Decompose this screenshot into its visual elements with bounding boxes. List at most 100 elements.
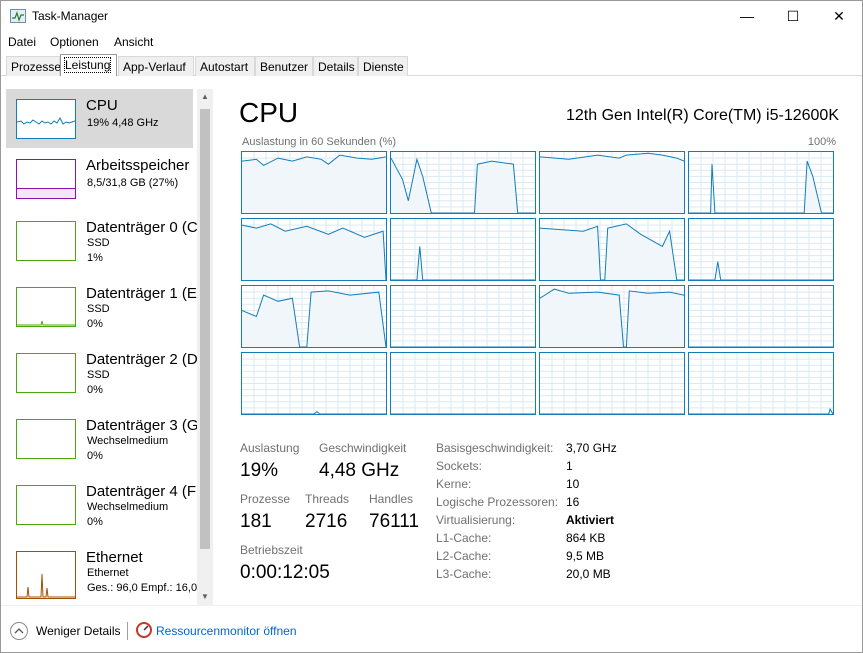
sidebar-item-disk-3[interactable]: Datenträger 3 (G Wechselmedium 0% xyxy=(6,409,199,471)
task-manager-window: Task-Manager — ☐ ✕ Datei Optionen Ansich… xyxy=(0,0,863,653)
info-kerne-label: Kerne: xyxy=(436,477,472,491)
tab-app-verlauf-label: App-Verlauf xyxy=(123,60,186,74)
menu-datei-label: Datei xyxy=(8,35,37,49)
menu-ansicht[interactable]: Ansicht xyxy=(114,35,153,49)
resource-sidebar: CPU 19% 4,48 GHz Arbeitsspeicher 8,5/31,… xyxy=(1,84,213,605)
graph-max-label: 100% xyxy=(807,136,836,148)
logical-processor-graph xyxy=(241,151,387,214)
info-l2-cache-value: 9,5 MB xyxy=(566,549,605,563)
menu-optionen[interactable]: Optionen xyxy=(50,35,99,49)
sidebar-item-disk-2-name: Datenträger 2 (D xyxy=(86,351,198,368)
info-basisgeschwindigkeit-value: 3,70 GHz xyxy=(566,441,617,455)
info-virtualisierung-value: Aktiviert xyxy=(566,513,615,527)
sidebar-item-cpu[interactable]: CPU 19% 4,48 GHz xyxy=(6,89,193,151)
sidebar-item-ethernet-type: Ethernet xyxy=(87,567,129,579)
logical-processor-graph xyxy=(688,352,834,415)
sidebar-item-disk-2-type: SSD xyxy=(87,369,110,381)
logical-processor-graph xyxy=(390,352,536,415)
sidebar-item-cpu-name: CPU xyxy=(86,97,118,114)
sidebar-item-disk-0-type: SSD xyxy=(87,237,110,249)
sidebar-item-disk-4[interactable]: Datenträger 4 (F Wechselmedium 0% xyxy=(6,475,197,537)
scroll-down-arrow-icon[interactable]: ▼ xyxy=(200,592,210,602)
info-l3-cache-label: L3-Cache: xyxy=(436,567,492,581)
stat-betriebszeit-label: Betriebszeit xyxy=(240,543,303,557)
logical-processor-graph xyxy=(241,352,387,415)
stat-auslastung-value: 19% xyxy=(240,460,279,481)
tab-autostart[interactable]: Autostart xyxy=(195,56,255,76)
logical-processor-graph xyxy=(241,285,387,348)
stat-prozesse-value: 181 xyxy=(240,511,272,532)
footer-bar: Weniger Details Ressourcenmonitor öffnen xyxy=(1,605,862,653)
sidebar-item-disk-0[interactable]: Datenträger 0 (C SSD 1% xyxy=(6,211,198,273)
minimize-button[interactable]: — xyxy=(724,1,770,31)
sidebar-item-disk-3-name: Datenträger 3 (G xyxy=(86,417,199,434)
stat-betriebszeit-value: 0:00:12:05 xyxy=(240,562,330,583)
stat-prozesse-label: Prozesse xyxy=(240,492,291,506)
ethernet-thumbnail xyxy=(16,551,76,599)
resource-monitor-icon[interactable] xyxy=(135,621,153,639)
memory-fill xyxy=(17,188,75,198)
chevron-up-icon[interactable] xyxy=(10,622,28,640)
sidebar-item-disk-1[interactable]: Datenträger 1 (E SSD 0% xyxy=(6,277,197,339)
disk-1-thumbnail xyxy=(16,287,76,327)
disk-3-thumbnail xyxy=(16,419,76,459)
tab-app-verlauf[interactable]: App-Verlauf xyxy=(118,56,194,76)
sidebar-item-memory[interactable]: Arbeitsspeicher 8,5/31,8 GB (27%) xyxy=(6,149,193,211)
tab-dienste-label: Dienste xyxy=(363,60,404,74)
sidebar-item-disk-3-type: Wechselmedium xyxy=(87,435,169,447)
sidebar-item-ethernet-name: Ethernet xyxy=(86,549,143,566)
menu-datei[interactable]: Datei xyxy=(8,35,36,49)
scrollbar-thumb[interactable] xyxy=(200,109,210,549)
info-l1-cache-label: L1-Cache: xyxy=(436,531,492,545)
tab-benutzer[interactable]: Benutzer xyxy=(255,56,313,76)
title-bar[interactable]: Task-Manager — ☐ ✕ xyxy=(1,1,862,31)
tab-leistung[interactable]: Leistung xyxy=(60,54,117,76)
tab-prozesse-label: Prozesse xyxy=(11,60,62,74)
logical-processor-graph xyxy=(539,285,685,348)
info-l3-cache-value: 20,0 MB xyxy=(566,567,611,581)
page-title: CPU xyxy=(239,97,299,128)
scroll-up-arrow-icon[interactable]: ▲ xyxy=(200,92,210,102)
stat-geschwindigkeit-value: 4,48 GHz xyxy=(319,460,400,481)
info-logische-prozessoren-label: Logische Prozessoren: xyxy=(436,495,559,509)
tab-leistung-label: Leistung xyxy=(63,57,112,73)
tab-autostart-label: Autostart xyxy=(200,60,249,74)
info-logische-prozessoren-value: 16 xyxy=(566,495,580,509)
sidebar-scrollbar[interactable]: ▲ ▼ xyxy=(197,89,213,605)
sidebar-item-cpu-detail: 19% 4,48 GHz xyxy=(87,117,159,129)
menu-optionen-label: Optionen xyxy=(50,35,99,49)
tab-prozesse[interactable]: Prozesse xyxy=(6,56,62,76)
sidebar-item-disk-0-name: Datenträger 0 (C xyxy=(86,219,198,236)
menu-bar: Datei Optionen Ansicht xyxy=(1,32,862,52)
cpu-detail-pane: CPU 12th Gen Intel(R) Core(TM) i5-12600K… xyxy=(225,84,862,604)
footer-separator xyxy=(127,622,128,640)
sidebar-item-disk-2[interactable]: Datenträger 2 (D SSD 0% xyxy=(6,343,198,405)
maximize-button[interactable]: ☐ xyxy=(770,1,816,31)
logical-processor-graph xyxy=(241,218,387,281)
weniger-details-link[interactable]: Weniger Details xyxy=(36,624,120,638)
stat-threads-label: Threads xyxy=(305,492,350,506)
stat-handles-value: 76111 xyxy=(369,511,420,532)
tab-details[interactable]: Details xyxy=(313,56,358,76)
logical-processor-graph xyxy=(390,285,536,348)
sidebar-item-ethernet-throughput: Ges.: 96,0 Empf.: 16,0 xyxy=(87,582,197,594)
sidebar-item-ethernet[interactable]: Ethernet Ethernet Ges.: 96,0 Empf.: 16,0 xyxy=(6,541,197,605)
disk-4-thumbnail xyxy=(16,485,76,525)
info-l1-cache-value: 864 KB xyxy=(566,531,606,545)
logical-processor-graphs xyxy=(241,151,837,415)
tab-details-label: Details xyxy=(318,60,355,74)
menu-ansicht-label: Ansicht xyxy=(114,35,154,49)
tab-dienste[interactable]: Dienste xyxy=(358,56,408,76)
logical-processor-graph xyxy=(688,285,834,348)
close-button[interactable]: ✕ xyxy=(816,1,862,31)
sidebar-item-disk-1-type: SSD xyxy=(87,303,110,315)
resource-monitor-link[interactable]: Ressourcenmonitor öffnen xyxy=(156,624,297,638)
stat-handles-label: Handles xyxy=(369,492,414,506)
stat-threads-value: 2716 xyxy=(305,511,348,532)
sidebar-item-disk-4-name: Datenträger 4 (F xyxy=(86,483,197,500)
tab-bar: Prozesse Leistung App-Verlauf Autostart … xyxy=(1,54,862,76)
graph-caption: Auslastung in 60 Sekunden (%) xyxy=(242,136,397,148)
tab-benutzer-label: Benutzer xyxy=(260,60,309,74)
info-basisgeschwindigkeit-label: Basisgeschwindigkeit: xyxy=(436,441,554,455)
sidebar-item-disk-0-usage: 1% xyxy=(87,252,103,264)
